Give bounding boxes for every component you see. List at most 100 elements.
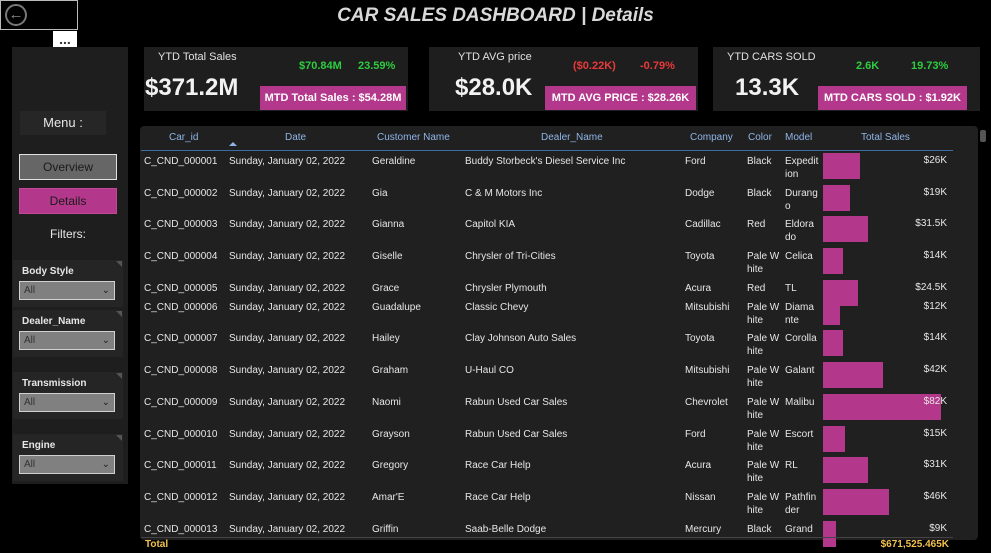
kpi-mtd-badge: MTD Total Sales : $54.28M [260,86,406,110]
cell-dealer-name: Race Car Help [465,460,531,471]
cell-customer-name: Grayson [372,429,410,440]
kpi-delta-pct: -0.79% [640,60,675,72]
cell-dealer-name: Race Car Help [465,492,531,503]
chevron-down-icon: ⌄ [101,459,110,470]
cell-date: Sunday, January 02, 2022 [229,156,346,167]
sales-bar [823,362,883,388]
filter-engine: Engine All ⌄ [13,434,123,481]
cell-model: Diamante [785,302,814,326]
filters-label: Filters: [30,222,106,246]
column-header-color[interactable]: Color [748,132,772,143]
cell-total-sales: $19K [923,187,947,198]
cell-model: Expedition [785,156,819,180]
filter-label: Engine [22,440,56,451]
column-header-total-sales[interactable]: Total Sales [861,132,910,143]
cell-total-sales: $14K [923,332,947,343]
overview-button[interactable]: Overview [19,154,117,180]
column-header-car-id[interactable]: Car_id [169,132,198,143]
cell-customer-name: Naomi [372,397,401,408]
filter-label: Body Style [22,266,74,277]
more-options-icon [116,311,122,317]
total-value: $671,525.465K [880,539,949,550]
cell-date: Sunday, January 02, 2022 [229,302,346,313]
cell-company: Acura [685,283,712,294]
body-style-dropdown[interactable]: All ⌄ [19,281,115,300]
cell-color: Pale White [747,302,780,326]
cell-customer-name: Graham [372,365,409,376]
cell-color: Pale White [747,460,780,484]
table-header: Car_id Date Customer Name Dealer_Name Co… [141,128,953,151]
cell-dealer-name: Rabun Used Car Sales [465,397,568,408]
cell-company: Mercury [685,524,722,535]
cell-car-id: C_CND_000011 [144,460,217,471]
cell-company: Toyota [685,251,715,262]
cell-company: Chevrolet [685,397,728,408]
cell-company: Mitsubishi [685,365,730,376]
cell-color: Pale White [747,397,780,421]
cell-company: Mitsubishi [685,302,730,313]
total-row: Total $671,525.465K [141,537,953,551]
cell-date: Sunday, January 02, 2022 [229,219,346,230]
cell-model: TL [785,283,797,294]
cell-car-id: C_CND_000013 [144,524,218,535]
cell-car-id: C_CND_000001 [144,156,218,167]
cell-dealer-name: Saab-Belle Dodge [465,524,547,535]
kpi-title: YTD Total Sales [158,51,237,63]
cell-dealer-name: Rabun Used Car Sales [465,429,568,440]
table-scrollbar[interactable] [980,130,986,142]
cell-customer-name: Gianna [372,219,405,230]
cell-total-sales: $15K [923,428,947,439]
dropdown-value: All [24,285,36,296]
cell-total-sales: $42K [923,364,947,375]
cell-dealer-name: C & M Motors Inc [465,188,543,199]
cell-model: RL [785,460,798,471]
cell-total-sales: $12K [923,301,947,312]
column-header-model[interactable]: Model [785,132,812,143]
cell-car-id: C_CND_000005 [144,283,218,294]
cell-date: Sunday, January 02, 2022 [229,397,346,408]
cell-dealer-name: Clay Johnson Auto Sales [465,333,577,344]
cell-car-id: C_CND_000009 [144,397,218,408]
cell-car-id: C_CND_000002 [144,188,218,199]
cell-color: Black [747,156,772,167]
cell-model: Pathfinder [785,492,817,516]
cell-car-id: C_CND_000010 [144,429,218,440]
sales-bar [823,248,843,274]
transmission-dropdown[interactable]: All ⌄ [19,393,115,412]
cell-model: Durango [785,188,818,212]
cell-color: Red [747,283,766,294]
dropdown-value: All [24,397,36,408]
cell-model: Grand [785,524,813,535]
cell-total-sales: $26K [923,155,947,166]
total-label: Total [145,539,169,550]
cell-company: Cadillac [685,219,721,230]
cell-dealer-name: Chrysler Plymouth [465,283,547,294]
kpi-delta-pct: 23.59% [358,60,396,72]
chevron-down-icon: ⌄ [101,335,110,346]
cell-company: Nissan [685,492,716,503]
column-header-customer-name[interactable]: Customer Name [377,132,450,143]
cell-company: Acura [685,460,712,471]
cell-date: Sunday, January 02, 2022 [229,460,346,471]
column-header-date[interactable]: Date [285,132,306,143]
more-options-icon [116,435,122,441]
column-header-dealer-name[interactable]: Dealer_Name [541,132,603,143]
kpi-delta-pct: 19.73% [911,60,949,72]
cell-date: Sunday, January 02, 2022 [229,524,346,535]
kpi-delta-abs: $70.84M [299,60,342,72]
dealer-name-dropdown[interactable]: All ⌄ [19,331,115,350]
dropdown-value: All [24,335,36,346]
kpi-mtd-badge: MTD CARS SOLD : $1.92K [818,86,967,110]
cell-color: Pale White [747,333,780,357]
cell-customer-name: Amar'E [372,492,405,503]
kpi-ytd-cars-sold: YTD CARS SOLD 2.6K 19.73% 13.3K MTD CARS… [713,47,980,111]
kpi-delta-abs: ($0.22K) [573,60,616,72]
engine-dropdown[interactable]: All ⌄ [19,455,115,474]
details-button[interactable]: Details [19,188,117,214]
sales-bar [823,457,868,483]
kpi-title: YTD AVG price [458,51,532,63]
cell-model: Malibu [785,397,815,408]
column-header-company[interactable]: Company [690,132,733,143]
sales-bar [823,489,889,515]
cell-total-sales: $14K [923,250,947,261]
